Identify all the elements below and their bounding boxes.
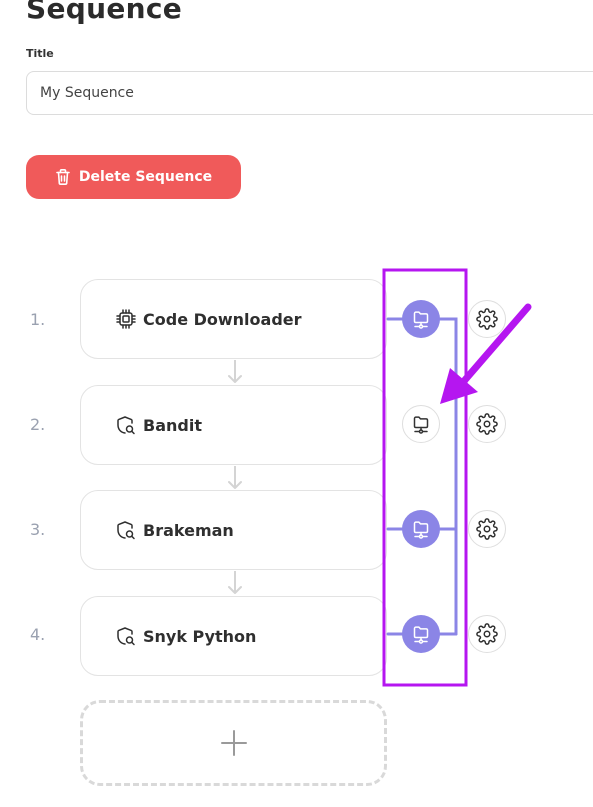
step-settings-button-2[interactable] xyxy=(468,405,506,443)
trash-icon xyxy=(56,169,70,185)
chevron-down-icon xyxy=(228,466,242,489)
branch-node-button-2[interactable] xyxy=(402,405,440,443)
step-card-brakeman[interactable]: Brakeman xyxy=(80,490,387,570)
delete-sequence-label: Delete Sequence xyxy=(78,169,213,185)
branch-node-button-4[interactable] xyxy=(402,615,440,653)
branch-node-button-3[interactable] xyxy=(402,510,440,548)
folder-network-icon xyxy=(413,626,429,644)
step-number: 1. xyxy=(30,310,46,329)
gear-icon xyxy=(476,308,498,330)
chevron-down-icon xyxy=(228,571,242,594)
plus-icon xyxy=(220,730,247,756)
step-settings-button-3[interactable] xyxy=(468,510,506,548)
step-number: 3. xyxy=(30,520,46,539)
step-label: Brakeman xyxy=(143,520,234,540)
step-label: Snyk Python xyxy=(143,626,257,646)
folder-network-icon xyxy=(413,311,429,329)
gear-icon xyxy=(476,518,498,540)
folder-network-icon xyxy=(413,416,429,434)
step-label: Bandit xyxy=(143,415,202,435)
folder-network-icon xyxy=(413,521,429,539)
step-number: 2. xyxy=(30,415,46,434)
step-label: Code Downloader xyxy=(143,309,302,329)
step-number: 4. xyxy=(30,625,46,644)
title-input[interactable] xyxy=(26,71,593,115)
title-label: Title xyxy=(26,47,54,60)
scan-icon xyxy=(117,627,135,646)
page-title: Sequence xyxy=(26,0,183,25)
scan-icon xyxy=(117,521,135,540)
add-step-button[interactable] xyxy=(80,700,387,786)
branch-node-button-1[interactable] xyxy=(402,300,440,338)
step-settings-button-4[interactable] xyxy=(468,615,506,653)
scan-icon xyxy=(117,416,135,435)
step-settings-button-1[interactable] xyxy=(468,300,506,338)
step-card-bandit[interactable]: Bandit xyxy=(80,385,387,465)
delete-sequence-button[interactable]: Delete Sequence xyxy=(26,155,241,199)
gear-icon xyxy=(476,413,498,435)
chip-icon xyxy=(116,309,136,329)
chevron-down-icon xyxy=(228,360,242,383)
step-card-code-downloader[interactable]: Code Downloader xyxy=(80,279,387,359)
step-card-snyk-python[interactable]: Snyk Python xyxy=(80,596,387,676)
gear-icon xyxy=(476,623,498,645)
